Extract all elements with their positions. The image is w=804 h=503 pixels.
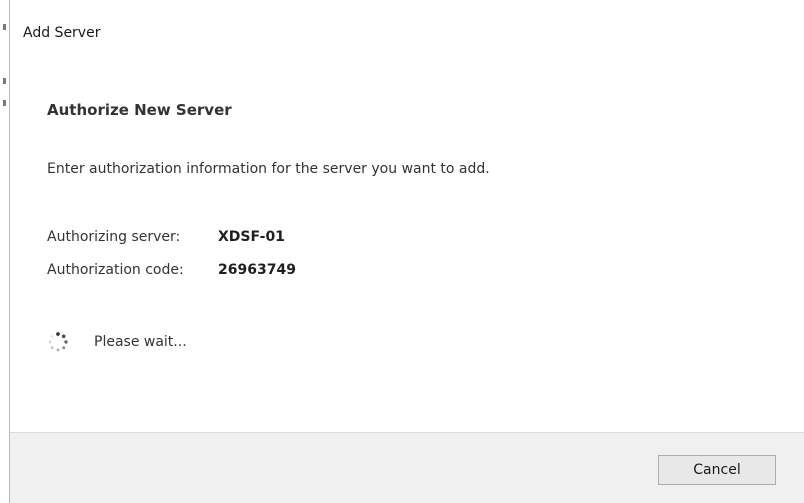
add-server-dialog: Add Server Authorize New Server Enter au… <box>10 0 804 503</box>
authorization-code-row: Authorization code: 26963749 <box>47 261 296 279</box>
dialog-title: Add Server <box>23 25 101 41</box>
dialog-titlebar[interactable]: Add Server <box>10 0 804 62</box>
spinner-icon <box>48 332 68 352</box>
dialog-footer: Cancel <box>10 432 804 503</box>
page-heading: Authorize New Server <box>47 101 232 119</box>
authorizing-server-value: XDSF-01 <box>218 229 285 245</box>
edge-mark <box>3 78 6 84</box>
cancel-button[interactable]: Cancel <box>658 455 776 485</box>
screen: Add Server Authorize New Server Enter au… <box>0 0 804 503</box>
authorization-code-value: 26963749 <box>218 262 296 278</box>
authorization-code-label: Authorization code: <box>47 262 184 278</box>
edge-mark <box>3 24 6 30</box>
instruction-text: Enter authorization information for the … <box>47 161 490 177</box>
edge-mark <box>3 100 6 106</box>
status-text: Please wait... <box>94 334 187 350</box>
background-window-edge <box>0 0 10 503</box>
dialog-content: Authorize New Server Enter authorization… <box>10 62 804 432</box>
authorizing-server-row: Authorizing server: XDSF-01 <box>47 228 285 246</box>
authorizing-server-label: Authorizing server: <box>47 229 181 245</box>
